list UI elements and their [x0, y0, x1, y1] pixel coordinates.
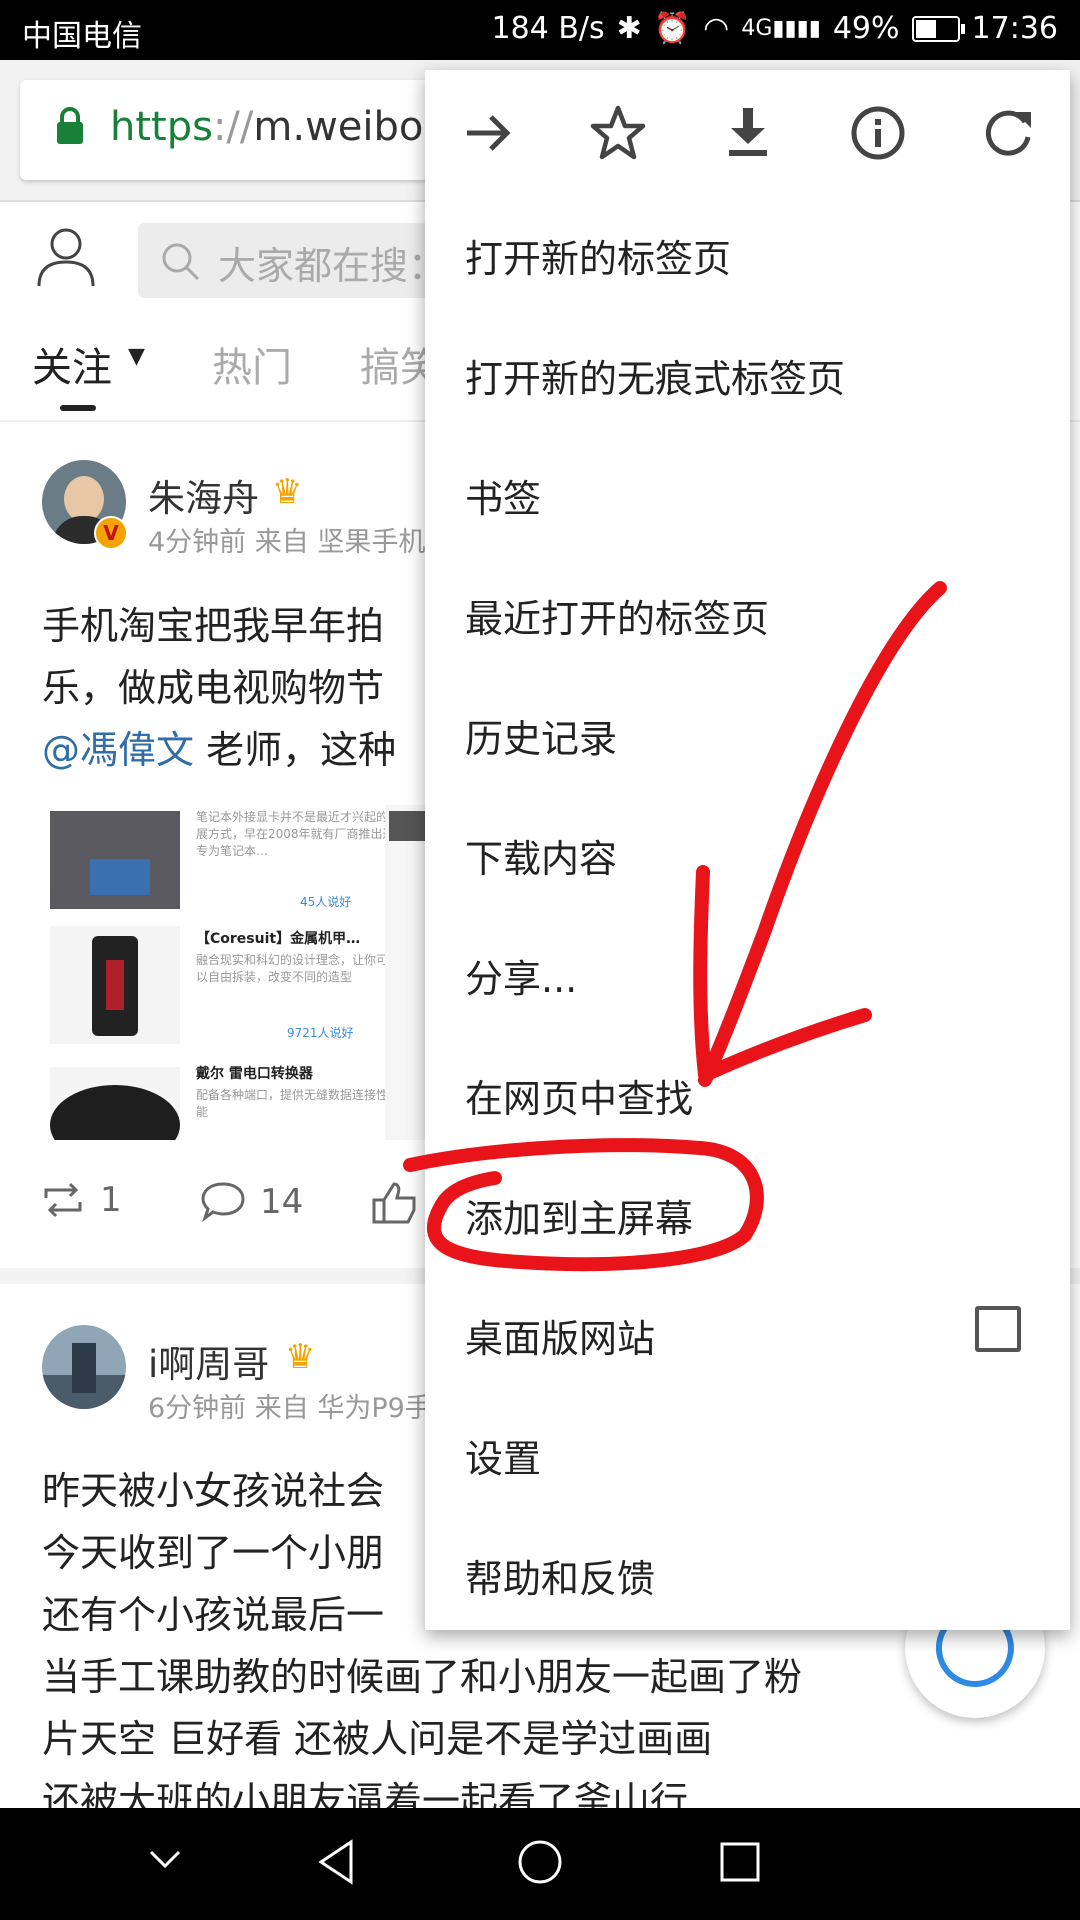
menu-toolbar — [425, 70, 1070, 190]
like-icon[interactable] — [370, 1180, 420, 1224]
clock: 17:36 — [971, 11, 1058, 46]
product-title: 戴尔 雷电口转换器 — [196, 1066, 313, 1082]
user-profile-icon[interactable] — [36, 226, 96, 288]
comment-button[interactable]: 14 — [200, 1180, 303, 1224]
battery-icon — [911, 15, 965, 42]
repost-icon — [44, 1182, 82, 1218]
product-title: 【Coresuit】金属机甲… — [196, 931, 361, 947]
repost-count: 1 — [100, 1180, 122, 1220]
tab-hot[interactable]: 热门 — [212, 335, 292, 393]
wifi-icon: ◠ — [703, 11, 730, 46]
menu-item-new-tab[interactable]: 打开新的标签页 — [465, 228, 731, 283]
lock-icon — [57, 107, 83, 144]
status-bar: 中国电信 184 B/s ✱ ⏰ ◠ 4G▮▮▮▮ 49% 17:36 — [0, 0, 1080, 60]
desktop-site-checkbox[interactable] — [975, 1306, 1021, 1352]
info-icon[interactable] — [845, 100, 911, 166]
product-image — [50, 926, 180, 1044]
search-placeholder: 大家都在搜： — [218, 244, 447, 288]
menu-item-help-feedback[interactable]: 帮助和反馈 — [465, 1548, 655, 1603]
vip-crown-icon: ♛ — [285, 1337, 316, 1377]
browser-overflow-menu: 打开新的标签页 打开新的无痕式标签页 书签 最近打开的标签页 历史记录 下载内容… — [425, 70, 1070, 1630]
status-right: 184 B/s ✱ ⏰ ◠ 4G▮▮▮▮ 49% 17:36 — [492, 11, 1058, 46]
post-line-2: 今天收到了一个小朋 — [42, 1531, 385, 1575]
product-card[interactable]: 戴尔 雷电口转换器 配备各种端口，提供无缝数据连接性能 — [42, 1055, 412, 1140]
menu-item-new-incognito-tab[interactable]: 打开新的无痕式标签页 — [465, 348, 845, 403]
menu-item-history[interactable]: 历史记录 — [465, 708, 617, 763]
menu-item-desktop-site[interactable]: 桌面版网站 — [465, 1308, 655, 1363]
product-image — [50, 811, 180, 909]
product-desc: 融合现实和科幻的设计理念，让你可以自由拆装，改变不同的造型 — [196, 953, 389, 984]
alarm-icon: ⏰ — [653, 11, 692, 46]
product-likes: 45人说好 — [300, 895, 352, 909]
bluetooth-icon: ✱ — [616, 11, 642, 46]
menu-item-bookmarks[interactable]: 书签 — [465, 468, 541, 523]
product-desc: 配备各种端口，提供无缝数据连接性能 — [196, 1088, 389, 1119]
menu-item-find-in-page[interactable]: 在网页中查找 — [465, 1068, 693, 1123]
search-icon — [162, 243, 200, 281]
verified-badge-icon: V — [94, 516, 128, 550]
menu-item-recent-tabs[interactable]: 最近打开的标签页 — [465, 588, 769, 643]
post-line-2: 乐，做成电视购物节 — [42, 666, 385, 710]
tab-indicator — [60, 405, 96, 411]
mention-link[interactable]: @馮偉文 — [42, 728, 194, 772]
product-card[interactable]: 笔记本外接显卡并不是最近才兴起的扩展方式，早在2008年就有厂商推出过专为笔记本… — [42, 805, 412, 915]
menu-item-share[interactable]: 分享... — [465, 948, 577, 1003]
menu-item-downloads[interactable]: 下载内容 — [465, 828, 617, 883]
refresh-icon[interactable] — [975, 100, 1041, 166]
repost-button[interactable]: 1 — [40, 1180, 122, 1220]
product-card[interactable]: 【Coresuit】金属机甲… 融合现实和科幻的设计理念，让你可以自由拆装，改变… — [42, 920, 412, 1050]
back-triangle-icon[interactable] — [315, 1838, 359, 1886]
comment-count: 14 — [260, 1182, 304, 1222]
post-author[interactable]: 朱海舟 — [148, 468, 259, 522]
system-nav-bar — [0, 1808, 1080, 1920]
dropdown-caret-icon[interactable]: ▼ — [128, 344, 145, 369]
post-line-1: 昨天被小女孩说社会 — [42, 1469, 385, 1513]
post-author[interactable]: i啊周哥 — [148, 1334, 269, 1388]
menu-item-add-to-home-screen[interactable]: 添加到主屏幕 — [465, 1188, 693, 1243]
comment-icon — [201, 1182, 245, 1223]
post-line-3: 还有个小孩说最后一 — [42, 1593, 385, 1637]
carrier-name: 中国电信 — [22, 19, 142, 54]
forward-arrow-icon[interactable] — [455, 100, 521, 166]
battery-percent: 49% — [832, 11, 900, 46]
post-line-5: 片天空 巨好看 还被人问是不是学过画画 — [42, 1717, 713, 1761]
hide-keyboard-chevron-icon[interactable] — [143, 1838, 187, 1882]
bookmark-star-icon[interactable] — [585, 100, 651, 166]
product-cards: 笔记本外接显卡并不是最近才兴起的扩展方式，早在2008年就有厂商推出过专为笔记本… — [42, 805, 432, 1140]
post-meta: 4分钟前 来自 坚果手机 — [148, 527, 426, 558]
post-line-1: 手机淘宝把我早年拍 — [42, 604, 385, 648]
product-likes: 9721人说好 — [287, 1026, 354, 1040]
product-desc: 笔记本外接显卡并不是最近才兴起的扩展方式，早在2008年就有厂商推出过专为笔记本… — [196, 810, 401, 858]
signal-icon: 4G▮▮▮▮ — [741, 16, 821, 41]
post-meta: 6分钟前 来自 华为P9手机 — [148, 1393, 459, 1424]
home-circle-icon[interactable] — [516, 1838, 564, 1886]
url-text[interactable]: https://m.weibo.c — [110, 104, 457, 150]
menu-item-settings[interactable]: 设置 — [465, 1428, 541, 1483]
tab-following[interactable]: 关注 — [32, 335, 112, 393]
product-image — [50, 1067, 180, 1140]
url-scheme: https — [110, 104, 213, 150]
post-line-4: 当手工课助教的时候画了和小朋友一起画了粉 — [42, 1655, 803, 1699]
post-line-3-text: 老师，这种 — [194, 728, 397, 772]
recents-square-icon[interactable] — [718, 1840, 762, 1884]
net-speed: 184 B/s — [491, 11, 605, 46]
url-separator: :// — [212, 104, 254, 150]
download-icon[interactable] — [715, 100, 781, 166]
post-avatar[interactable] — [42, 1325, 126, 1409]
post-line-3: @馮偉文 老师，这种 — [42, 719, 396, 781]
vip-crown-icon: ♛ — [272, 472, 303, 512]
